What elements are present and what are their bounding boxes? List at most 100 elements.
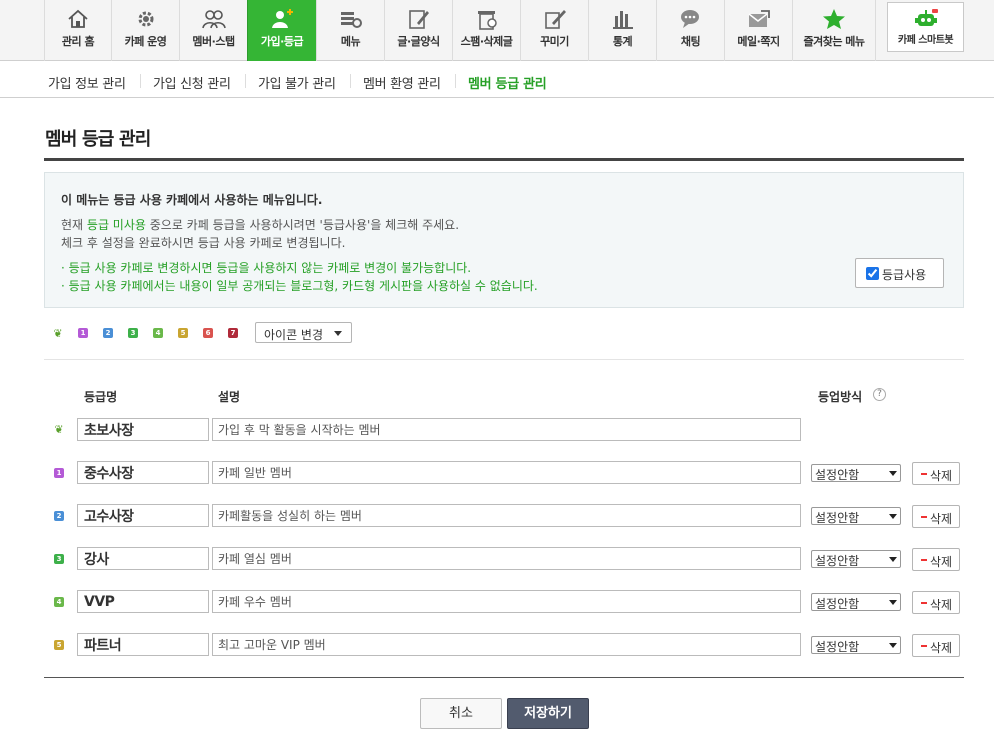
grade-name-input[interactable]	[77, 633, 209, 656]
subnav-divider	[455, 74, 456, 88]
nav-item-spam-deleted[interactable]: 스팸·삭제글	[452, 0, 520, 61]
grade4-icon: 4	[153, 328, 163, 338]
star-icon	[823, 9, 845, 29]
upgrade-method-select[interactable]: 설정안함	[811, 593, 901, 611]
page-title: 멤버 등급 관리	[45, 129, 151, 150]
delete-grade-button[interactable]: 삭제	[912, 634, 960, 657]
nav-item-statistics[interactable]: 통계	[588, 0, 656, 61]
bar-chart-icon	[612, 11, 633, 29]
notice-box: 이 메뉴는 등급 사용 카페에서 사용하는 메뉴입니다. 현재 등급 미사용 중…	[44, 172, 964, 308]
subnav-member-welcome[interactable]: 멤버 환영 관리	[363, 73, 441, 92]
nav-item-menu[interactable]: 메뉴	[316, 0, 384, 61]
nav-item-favorite-menu[interactable]: 즐겨찾는 메뉴	[792, 0, 876, 61]
column-header-description: 설명	[218, 390, 241, 404]
save-button[interactable]: 저장하기	[507, 698, 589, 729]
grade5-icon: 5	[178, 328, 188, 338]
top-nav: 관리 홈 카페 운영 멤버·스탭 가입·등급 메뉴 글·글양식 스팸·삭제글 꾸…	[0, 0, 994, 61]
nav-item-post-template[interactable]: 글·글양식	[384, 0, 452, 61]
delete-grade-button[interactable]: 삭제	[912, 548, 960, 571]
member-add-icon	[272, 9, 293, 28]
gear-icon	[138, 11, 153, 27]
grade-row-icon: 3	[54, 554, 64, 564]
trash-icon	[477, 11, 497, 30]
subnav-join-info[interactable]: 가입 정보 관리	[48, 73, 126, 92]
upgrade-method-select[interactable]: 설정안함	[811, 550, 901, 568]
grade-description-input[interactable]	[212, 633, 801, 656]
grade-row-icon: 2	[54, 511, 64, 521]
grade-description-input[interactable]	[212, 461, 801, 484]
subnav-divider	[245, 74, 246, 88]
grade7-icon: 7	[228, 328, 238, 338]
members-icon	[201, 10, 226, 29]
home-icon	[68, 9, 88, 28]
column-header-upgrade-method: 등업방식	[818, 390, 863, 404]
grade-name-input[interactable]	[77, 504, 209, 527]
nav-item-mail-note[interactable]: 메일·쪽지	[724, 0, 792, 61]
robot-icon	[914, 9, 938, 26]
section-divider	[44, 359, 964, 360]
grade6-icon: 6	[203, 328, 213, 338]
notice-text: 중으로 카페 등급을 사용하시려면 '등급사용'을 체크해 주세요.	[145, 218, 460, 232]
upgrade-method-select[interactable]: 설정안함	[811, 464, 901, 482]
menu-gear-icon	[340, 12, 362, 28]
minus-icon	[921, 602, 927, 604]
grade-name-input[interactable]	[77, 461, 209, 484]
sprout-grade-icon: ❦	[53, 327, 63, 340]
notice-heading: 이 메뉴는 등급 사용 카페에서 사용하는 메뉴입니다.	[61, 193, 323, 207]
minus-icon	[921, 473, 927, 475]
upgrade-method-select[interactable]: 설정안함	[811, 507, 901, 525]
grade-description-input[interactable]	[212, 418, 801, 441]
delete-grade-button[interactable]: 삭제	[912, 591, 960, 614]
select-value: 설정안함	[815, 468, 860, 482]
table-bottom-divider	[44, 677, 964, 678]
nav-item-cafe-operation[interactable]: 카페 운영	[111, 0, 179, 61]
chevron-down-icon	[889, 643, 897, 648]
nav-item-admin-home[interactable]: 관리 홈	[44, 0, 111, 61]
grade-use-check-input[interactable]	[866, 267, 879, 280]
notice-line-status: 현재 등급 미사용 중으로 카페 등급을 사용하시려면 '등급사용'을 체크해 …	[61, 216, 459, 233]
mail-icon	[748, 10, 770, 27]
delete-label: 삭제	[930, 512, 953, 526]
cancel-button[interactable]: 취소	[420, 698, 502, 729]
grade-description-input[interactable]	[212, 504, 801, 527]
select-value: 설정안함	[815, 640, 860, 654]
upgrade-method-select[interactable]: 설정안함	[811, 636, 901, 654]
grade-name-input[interactable]	[77, 547, 209, 570]
minus-icon	[921, 559, 927, 561]
nav-item-decorate[interactable]: 꾸미기	[520, 0, 588, 61]
nav-item-chat[interactable]: 채팅	[656, 0, 724, 61]
subnav-member-grade[interactable]: 멤버 등급 관리	[468, 73, 547, 92]
icon-change-dropdown[interactable]: 아이콘 변경	[255, 322, 352, 343]
grade-name-input[interactable]	[77, 590, 209, 613]
subnav-join-block[interactable]: 가입 불가 관리	[258, 73, 336, 92]
nav-cafe-smartbot[interactable]: 카페 스마트봇	[887, 2, 964, 52]
sub-nav: 가입 정보 관리 가입 신청 관리 가입 불가 관리 멤버 환영 관리 멤버 등…	[0, 62, 994, 98]
grade-use-checkbox[interactable]: 등급사용	[855, 258, 944, 288]
delete-grade-button[interactable]: 삭제	[912, 505, 960, 528]
grade-description-input[interactable]	[212, 590, 801, 613]
grade-description-input[interactable]	[212, 547, 801, 570]
brush-icon	[544, 10, 566, 29]
select-value: 설정안함	[815, 511, 860, 525]
grade-name-input[interactable]	[77, 418, 209, 441]
grade-row-icon: 5	[54, 640, 64, 650]
delete-grade-button[interactable]: 삭제	[912, 462, 960, 485]
notice-warning-2: · 등급 사용 카페에서는 내용이 일부 공개되는 블로그형, 카드형 게시판을…	[61, 279, 538, 293]
triangle-down-icon	[334, 331, 342, 336]
delete-label: 삭제	[930, 469, 953, 483]
chat-icon	[680, 10, 699, 28]
select-value: 설정안함	[815, 554, 860, 568]
subnav-join-request[interactable]: 가입 신청 관리	[153, 73, 231, 92]
grade-row-icon: 4	[54, 597, 64, 607]
delete-label: 삭제	[930, 555, 953, 569]
icon-change-label: 아이콘 변경	[264, 328, 324, 342]
nav-item-member-staff[interactable]: 멤버·스탭	[179, 0, 247, 61]
delete-label: 삭제	[930, 641, 953, 655]
nav-item-join-grade[interactable]: 가입·등급	[247, 0, 316, 61]
column-header-grade-name: 등급명	[84, 390, 118, 404]
grade3-icon: 3	[128, 328, 138, 338]
chevron-down-icon	[889, 471, 897, 476]
help-icon[interactable]: ?	[873, 388, 886, 401]
pencil-icon	[408, 10, 429, 29]
notice-warning-1: · 등급 사용 카페로 변경하시면 등급을 사용하지 않는 카페로 변경이 불가…	[61, 261, 472, 275]
